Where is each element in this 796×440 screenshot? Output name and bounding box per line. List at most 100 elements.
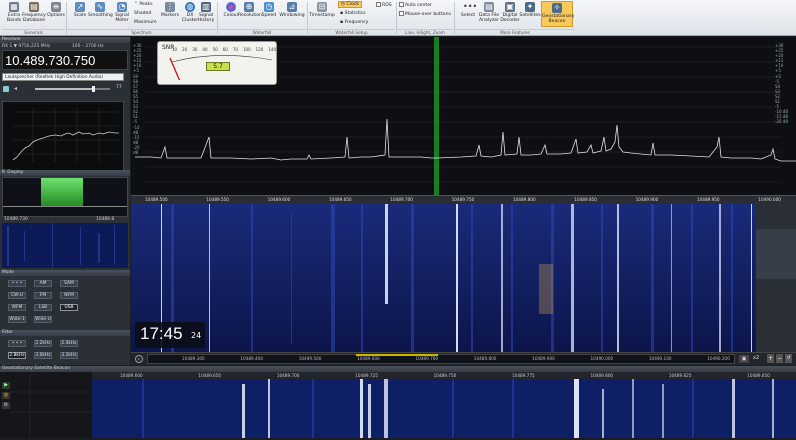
colour-icon [226, 2, 236, 12]
ribbon-toolbar: ▦ Extra Bands ▤ Frequency Database ≡ Option… [0, 0, 796, 36]
if-waterfall-texture [7, 223, 115, 268]
geostationary-beacon-button[interactable]: ✧ Geostationary Beacon [541, 1, 574, 27]
waterfall-clock: 17:45 24 [135, 322, 205, 348]
signal-history-button[interactable]: ▥ Signal History [196, 1, 216, 27]
markers-icon: ⋮ [165, 2, 175, 12]
group-label: Spectrum [67, 29, 216, 36]
mute-icon[interactable]: ◂ [14, 86, 20, 92]
waterfall-highlight [539, 264, 553, 314]
mouse-over-option[interactable]: Mouse-over buttons [399, 11, 451, 17]
volume-slider-thumb[interactable] [92, 86, 95, 92]
filter-2-8-button[interactable]: 2.8kHz [8, 352, 26, 359]
group-label: Generals [2, 29, 65, 36]
frequency-scale-labels: 10489.500 10489.550 10489.600 10489.650 1048… [145, 197, 781, 202]
resolution-button[interactable]: ⊕ Resolution [238, 1, 262, 27]
mode-fm-button[interactable]: FM [34, 292, 52, 299]
frequency-scale[interactable]: 10489.500 10489.550 10489.600 10489.650 1048… [131, 195, 796, 204]
settings-icon[interactable]: ⚙ [2, 402, 10, 409]
smoothing-icon: ∿ [95, 2, 105, 12]
windowing-button[interactable]: ⊿ Windowing [278, 1, 306, 27]
zoom-buttons: + − ↺ [767, 354, 793, 364]
frequency-scroll-bar[interactable]: 10489.300 10489.400 10489.500 10489.600 1048… [147, 354, 735, 364]
frequency-database-button[interactable]: ▤ Frequency Database [22, 1, 46, 27]
data-file-analyzer-button[interactable]: ▤ Data File Analyzer [478, 1, 500, 27]
timestamp-icon: ⊟ [317, 2, 327, 12]
beacon-scale-labels: 10489.600 10489.650 10489.700 10489.725 1048… [120, 373, 770, 378]
mode-wfm-button[interactable]: WFM [8, 304, 26, 311]
satellites-button[interactable]: ✦ Satellites [519, 1, 541, 27]
frequency-display[interactable]: 10.489.730.750 [2, 50, 128, 70]
scroll-left-button[interactable]: ‹ [135, 355, 143, 363]
if-left-freq: 10489.730 [4, 217, 28, 222]
beacon-mini-graph [10, 372, 121, 440]
volume-slider-fill [35, 88, 93, 90]
filter-more-button[interactable]: • • • [8, 340, 26, 347]
spectrum-tuning-marker[interactable] [434, 37, 439, 195]
filter-3-2-button[interactable]: 3.2kHz [60, 352, 78, 359]
mode-usb-button[interactable]: USB [60, 304, 78, 311]
filter-3-0-button[interactable]: 3.0kHz [34, 352, 52, 359]
bands-icon: ▦ [9, 2, 19, 12]
clock-seconds: 24 [191, 331, 202, 340]
auto-center-option[interactable]: Auto center [399, 2, 432, 8]
audio-spectrum-graph [12, 108, 119, 162]
mode-wide1-button[interactable]: Wide-1 [8, 316, 26, 323]
audio-spectrum [2, 101, 124, 171]
waterfall-view[interactable]: 17:45 24 [131, 204, 756, 352]
camera-icon[interactable]: ▣ [739, 355, 749, 363]
if-passband[interactable] [41, 178, 83, 206]
statistics-option[interactable]: ▪ Statistics [340, 11, 366, 16]
shaded-option[interactable]: Shaded [134, 11, 151, 16]
beacon-waterfall[interactable] [92, 379, 796, 438]
volume-slider[interactable] [35, 86, 110, 92]
clock-option[interactable]: ◷ Clock [338, 1, 362, 8]
scale-icon: ↗ [75, 2, 85, 12]
if-waterfall [2, 223, 128, 268]
signal-meter-button[interactable]: ◔ Signal Meter [110, 1, 134, 27]
decoder-icon: ▣ [505, 2, 515, 12]
group-label: Line, Hilight, Zoom [397, 29, 453, 36]
filter-2-2-button[interactable]: 2.2kHz [34, 340, 52, 347]
maximum-option[interactable]: Maximum [134, 20, 157, 25]
spectrum-view[interactable]: +30 +25 +20 +15 +10 +5 S9 S8 S7 S6 S5 S4 S3 S2 S1 -5 -10… [131, 37, 796, 195]
meter-icon: ◔ [117, 2, 127, 12]
mode-sam-button[interactable]: SAM [60, 280, 78, 287]
waterfall-side-panel [756, 204, 796, 352]
timestamp-button[interactable]: ⊟ Timestamp [309, 1, 335, 27]
zoom-in-icon[interactable]: + [767, 354, 774, 363]
speed-button[interactable]: ◷ Speed [258, 1, 280, 27]
rds-option[interactable]: RDS [376, 2, 392, 8]
rds-checkbox[interactable] [376, 2, 381, 7]
speaker-icon[interactable] [3, 86, 9, 92]
mode-wideu-button[interactable]: Wide-U [34, 316, 52, 323]
if-display [2, 177, 128, 217]
group-label: More Features [455, 29, 575, 36]
options-button[interactable]: ≡ Options [44, 1, 68, 27]
zoom-out-icon[interactable]: − [776, 354, 783, 363]
receiver-header: Receiver [0, 37, 130, 43]
mode-lsb-button[interactable]: LSB [34, 304, 52, 311]
play-icon[interactable]: ▶ [2, 382, 10, 389]
zoom-reset-icon[interactable]: ↺ [785, 354, 792, 363]
auto-center-checkbox[interactable] [399, 2, 404, 7]
reset-icon[interactable]: ◎ [2, 392, 10, 399]
peaks-option[interactable]: ⌃ Peaks [134, 2, 153, 7]
group-label: Waterfall [218, 29, 306, 36]
mode-am-button[interactable]: AM [34, 280, 52, 287]
smoothing-button[interactable]: ∿ Smoothing [88, 1, 113, 27]
select-button[interactable]: ••• Select [456, 1, 480, 27]
filter-2-4-button[interactable]: 2.4kHz [60, 340, 78, 347]
beacon-mini-plot: ▶ ◎ ⚙ [0, 372, 121, 440]
mode-more-button[interactable]: • • • [8, 280, 26, 287]
mode-cwu-button[interactable]: CW-U [8, 292, 26, 299]
filter-header: Filter [0, 330, 130, 336]
audio-device-select[interactable]: Lautsprecher (Realtek High Definition Au… [2, 73, 124, 81]
digital-decoder-button[interactable]: ▣ Digital Decoder [500, 1, 520, 27]
mode-nfm-button[interactable]: NFM [60, 292, 78, 299]
if-right-freq: 10489.8 [96, 217, 115, 222]
frequency-option[interactable]: ▪ Frequency [340, 20, 368, 25]
history-icon: ▥ [201, 2, 211, 12]
zoom-select[interactable]: x2 [753, 355, 759, 361]
rx-line[interactable]: RX 1 ▼ 9750,225 MHz [2, 44, 50, 49]
mouse-over-checkbox[interactable] [399, 11, 404, 16]
